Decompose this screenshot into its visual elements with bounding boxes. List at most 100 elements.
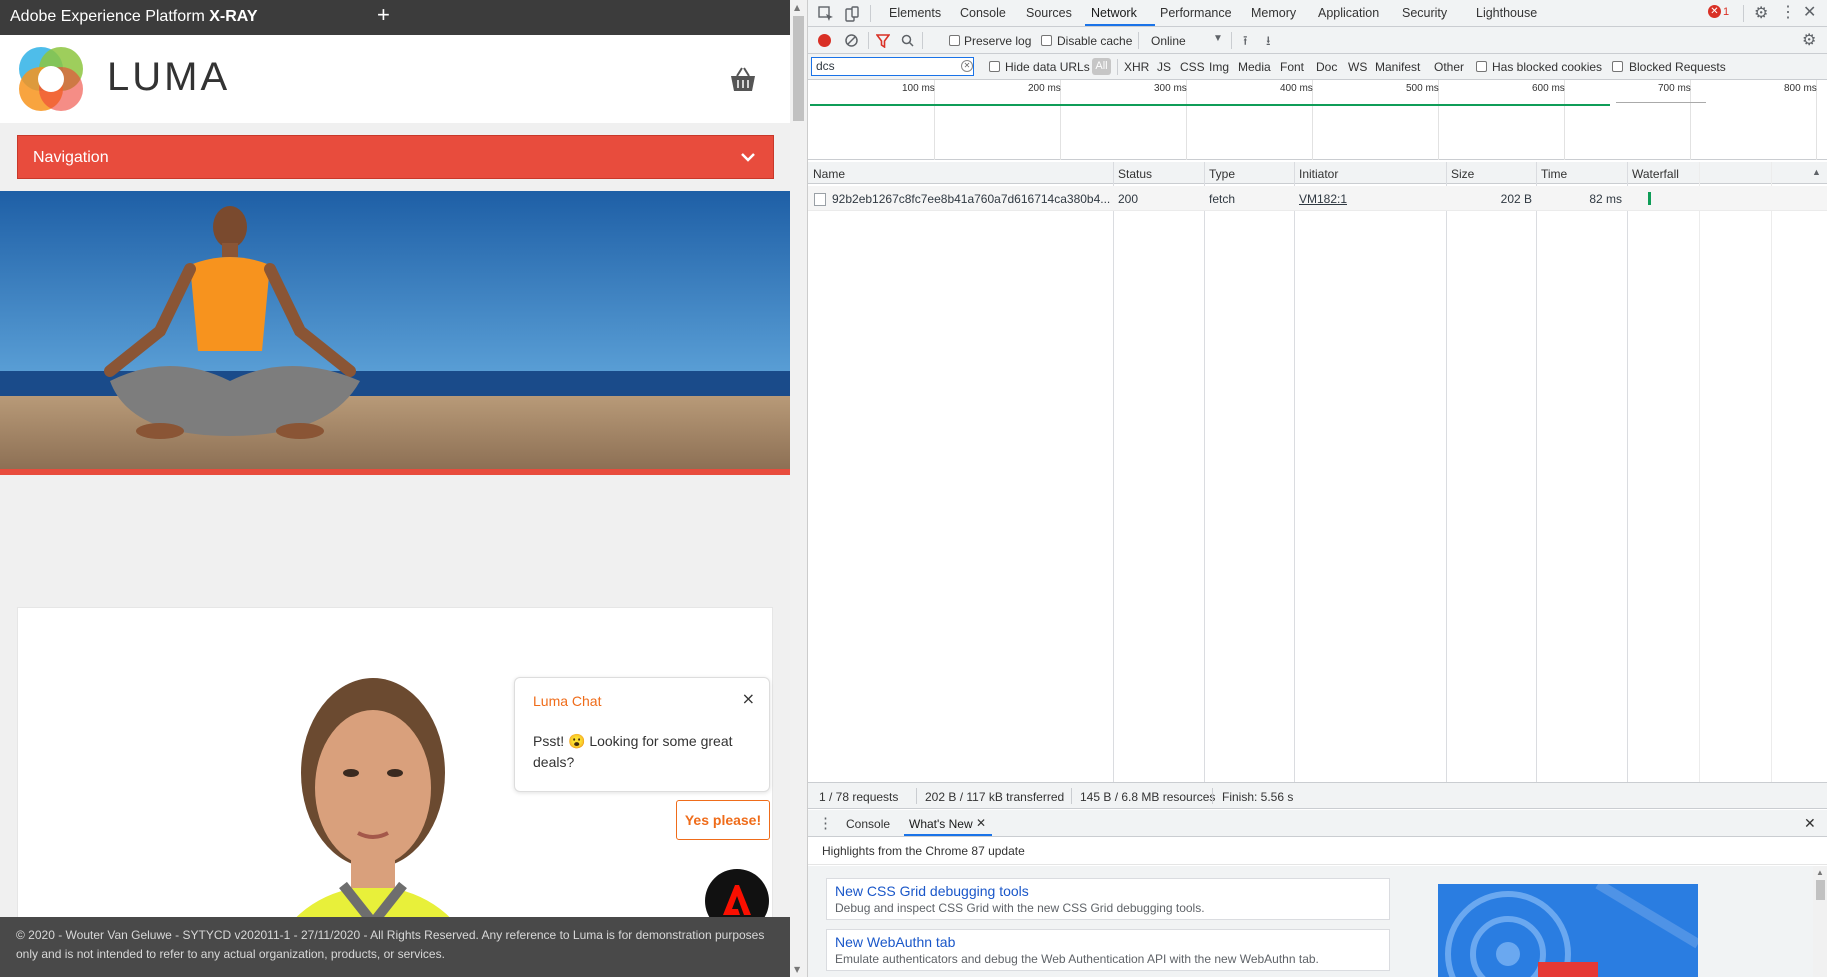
clear-icon[interactable] <box>845 34 858 47</box>
clear-filter-icon[interactable]: ✕ <box>961 60 973 72</box>
toolbar-divider <box>1138 32 1139 49</box>
tab-network[interactable]: Network <box>1091 6 1137 20</box>
search-icon[interactable] <box>901 34 914 47</box>
sort-ascending-icon[interactable]: ▲ <box>1812 167 1821 177</box>
request-time: 82 ms <box>1589 192 1622 206</box>
blocked-requests-checkbox[interactable] <box>1612 61 1623 72</box>
toolbar-divider <box>1743 5 1744 22</box>
document-file-icon <box>814 193 826 206</box>
luma-logo-icon[interactable] <box>17 45 85 113</box>
close-drawer-icon[interactable]: ✕ <box>1804 815 1816 832</box>
throttling-select[interactable]: Online <box>1151 34 1186 48</box>
scroll-up-arrow-icon[interactable]: ▲ <box>794 3 800 12</box>
tab-memory[interactable]: Memory <box>1251 6 1296 20</box>
hide-data-urls-checkbox[interactable] <box>989 61 1000 72</box>
network-settings-gear-icon[interactable]: ⚙ <box>1802 30 1816 50</box>
whats-new-item-title[interactable]: New WebAuthn tab <box>835 934 1381 950</box>
column-divider <box>1536 162 1537 782</box>
drawer-tab-whats-new[interactable]: What's New <box>909 817 973 831</box>
luma-brand-text[interactable]: LUMA <box>107 55 230 100</box>
chevron-down-icon[interactable]: ▼ <box>1213 33 1223 44</box>
error-count[interactable]: 1 <box>1723 6 1729 18</box>
scrollbar-thumb[interactable] <box>1816 880 1825 900</box>
type-filter-doc[interactable]: Doc <box>1316 60 1337 74</box>
scroll-up-arrow-icon[interactable]: ▲ <box>1816 868 1824 877</box>
more-options-icon[interactable]: ⋮ <box>1780 2 1796 22</box>
error-icon[interactable]: ✕ <box>1708 5 1721 18</box>
new-tab-plus-button[interactable]: + <box>377 2 390 28</box>
waterfall-bar[interactable] <box>1648 192 1651 205</box>
timeline-label: 800 ms <box>1784 83 1817 94</box>
network-toolbar: Preserve log Disable cache Online ▼ ⭱ ⭳ … <box>808 27 1827 54</box>
type-filter-css[interactable]: CSS <box>1180 60 1205 74</box>
type-filter-js[interactable]: JS <box>1157 60 1171 74</box>
tab-console[interactable]: Console <box>960 6 1006 20</box>
tab-application[interactable]: Application <box>1318 6 1379 20</box>
whats-new-item[interactable]: New CSS Grid debugging tools Debug and i… <box>826 878 1390 920</box>
close-devtools-icon[interactable]: ✕ <box>1803 2 1816 22</box>
device-toolbar-icon[interactable] <box>844 6 860 22</box>
column-header-status[interactable]: Status <box>1118 167 1152 181</box>
network-overview-timeline[interactable]: 100 ms 200 ms 300 ms 400 ms 500 ms 600 m… <box>808 80 1827 160</box>
shopping-basket-icon[interactable] <box>728 65 758 95</box>
chat-close-button[interactable]: × <box>742 689 755 708</box>
scrollbar-thumb[interactable] <box>793 16 804 121</box>
column-header-time[interactable]: Time <box>1541 167 1567 181</box>
website-scrollbar[interactable]: ▲ ▼ <box>790 0 807 977</box>
timeline-label: 600 ms <box>1532 83 1565 94</box>
drawer-tab-console[interactable]: Console <box>846 817 890 831</box>
whats-new-item[interactable]: New WebAuthn tab Emulate authenticators … <box>826 929 1390 971</box>
request-name[interactable]: 92b2eb1267c8fc7ee8b41a760a7d616714ca380b… <box>832 192 1110 206</box>
type-filter-media[interactable]: Media <box>1238 60 1271 74</box>
whats-new-item-title[interactable]: New CSS Grid debugging tools <box>835 883 1381 899</box>
inspect-element-icon[interactable] <box>818 6 834 22</box>
type-filter-font[interactable]: Font <box>1280 60 1304 74</box>
column-header-name[interactable]: Name <box>813 167 845 181</box>
summary-requests: 1 / 78 requests <box>819 790 899 804</box>
summary-divider <box>1212 788 1213 804</box>
drawer-scrollbar[interactable]: ▲ <box>1813 866 1827 977</box>
xray-title-prefix: Adobe Experience Platform <box>10 8 205 25</box>
type-filter-all[interactable]: All <box>1092 58 1111 75</box>
tab-performance[interactable]: Performance <box>1160 6 1232 20</box>
tab-sources[interactable]: Sources <box>1026 6 1072 20</box>
luma-header: LUMA <box>0 35 790 123</box>
navigation-toggle[interactable]: Navigation <box>17 135 774 179</box>
import-har-icon[interactable]: ⭱ <box>1243 32 1248 54</box>
type-filter-xhr[interactable]: XHR <box>1124 60 1149 74</box>
has-blocked-cookies-checkbox[interactable] <box>1476 61 1487 72</box>
record-icon[interactable] <box>818 34 831 47</box>
request-size: 202 B <box>1500 192 1532 206</box>
column-header-initiator[interactable]: Initiator <box>1299 167 1338 181</box>
disable-cache-checkbox[interactable] <box>1041 35 1052 46</box>
tab-elements[interactable]: Elements <box>889 6 941 20</box>
settings-gear-icon[interactable]: ⚙ <box>1754 3 1768 23</box>
preserve-log-checkbox[interactable] <box>949 35 960 46</box>
drawer-tabs: ⋮ Console What's New ✕ ✕ <box>808 810 1827 837</box>
close-tab-icon[interactable]: ✕ <box>976 816 986 830</box>
tab-security[interactable]: Security <box>1402 6 1447 20</box>
table-row[interactable]: 92b2eb1267c8fc7ee8b41a760a7d616714ca380b… <box>808 186 1827 211</box>
disable-cache-label: Disable cache <box>1057 34 1133 48</box>
type-filter-other[interactable]: Other <box>1434 60 1464 74</box>
whats-new-item-desc: Emulate authenticators and debug the Web… <box>835 952 1319 966</box>
tab-lighthouse[interactable]: Lighthouse <box>1476 6 1537 20</box>
hero-banner-image <box>0 191 790 474</box>
column-header-size[interactable]: Size <box>1451 167 1474 181</box>
scroll-down-arrow-icon[interactable]: ▼ <box>794 965 800 974</box>
export-har-icon[interactable]: ⭳ <box>1266 32 1271 54</box>
column-header-type[interactable]: Type <box>1209 167 1235 181</box>
type-filter-manifest[interactable]: Manifest <box>1375 60 1420 74</box>
type-filter-ws[interactable]: WS <box>1348 60 1367 74</box>
request-initiator-link[interactable]: VM182:1 <box>1299 192 1347 206</box>
filter-input[interactable]: dcs <box>811 57 974 76</box>
drawer-menu-icon[interactable]: ⋮ <box>818 814 833 832</box>
toolbar-divider <box>868 32 869 49</box>
chat-yes-please-button[interactable]: Yes please! <box>676 800 770 840</box>
column-header-waterfall[interactable]: Waterfall <box>1632 167 1679 181</box>
filter-icon[interactable] <box>876 34 890 48</box>
hero-bottom-stripe <box>0 469 790 475</box>
type-filter-img[interactable]: Img <box>1209 60 1229 74</box>
navigation-label: Navigation <box>33 149 109 166</box>
timeline-label: 700 ms <box>1658 83 1691 94</box>
